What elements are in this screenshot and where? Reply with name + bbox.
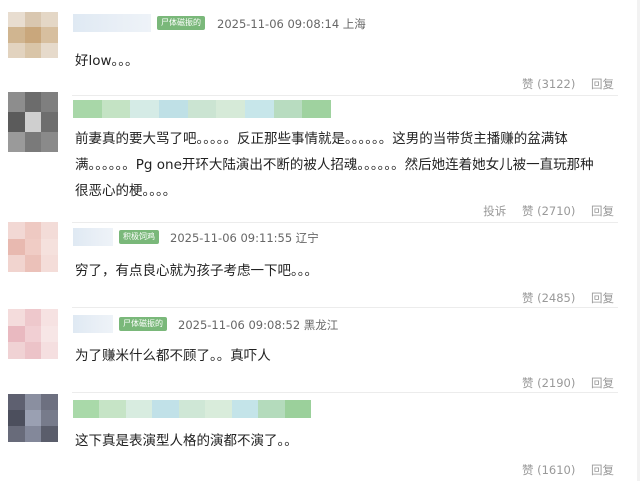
username[interactable] [73, 14, 151, 32]
reply-button[interactable]: 回复 [591, 77, 614, 91]
avatar[interactable] [8, 92, 58, 152]
comment-text: 好low。。。 [75, 53, 139, 69]
username[interactable] [73, 315, 113, 333]
user-badge: 尸体磁振的 [157, 16, 205, 30]
reply-button[interactable]: 回复 [591, 376, 614, 390]
avatar[interactable] [8, 222, 58, 272]
username[interactable] [73, 400, 311, 418]
like-button[interactable]: 赞 (2710) [522, 204, 575, 218]
comment-item: 尸体磁振的 2025-11-06 09:08:14 上海 好low。。。 赞 (… [0, 0, 640, 98]
comment-meta: 2025-11-06 09:08:52 黑龙江 [178, 317, 338, 333]
comment-location: 辽宁 [295, 231, 319, 245]
user-badge: 积极饲鸡 [119, 230, 159, 244]
comment-item: 这下真是表演型人格的演都不演了。。 赞 (1610) 回复 [0, 392, 640, 481]
like-label: 赞 [521, 77, 534, 91]
like-count: (1610) [537, 463, 576, 477]
comment-item: 尸体磁振的 2025-11-06 09:08:52 黑龙江 为了赚米什么都不顾了… [0, 307, 640, 393]
comment-text: 这下真是表演型人格的演都不演了。。 [75, 433, 298, 449]
comment-item: 前妻真的要大骂了吧。。。。。反正那些事情就是。。。。。。这男的当带货主播赚的盆满… [0, 90, 640, 218]
like-button[interactable]: 赞 (1610) [522, 463, 575, 477]
like-count: (3122) [537, 77, 576, 91]
comment-text: 前妻真的要大骂了吧。。。。。反正那些事情就是。。。。。。这男的当带货主播赚的盆满… [75, 131, 594, 199]
reply-button[interactable]: 回复 [591, 204, 614, 218]
comment-text: 穷了，有点良心就为孩子考虑一下吧。。。 [75, 263, 318, 279]
like-label: 赞 [521, 204, 534, 218]
comment-text: 为了赚米什么都不顾了。。真吓人 [75, 348, 271, 364]
comment-meta: 2025-11-06 09:08:14 上海 [217, 16, 366, 32]
comment-location: 上海 [342, 17, 366, 31]
like-button[interactable]: 赞 (3122) [522, 77, 575, 91]
like-label: 赞 [521, 376, 534, 390]
username[interactable] [73, 100, 332, 118]
comment-actions: 赞 (1610) 回复 [510, 462, 614, 478]
comment-location: 黑龙江 [303, 318, 339, 332]
user-badge: 尸体磁振的 [119, 317, 167, 331]
avatar[interactable] [8, 394, 58, 442]
comment-actions: 赞 (2485) 回复 [510, 290, 614, 306]
like-count: (2190) [537, 376, 576, 390]
reply-button[interactable]: 回复 [591, 291, 614, 305]
comment-actions: 赞 (2190) 回复 [510, 375, 614, 391]
like-button[interactable]: 赞 (2485) [522, 291, 575, 305]
comment-meta: 2025-11-06 09:11:55 辽宁 [170, 230, 319, 246]
avatar[interactable] [8, 12, 58, 58]
comment-time: 2025-11-06 09:08:14 [217, 17, 340, 31]
like-label: 赞 [521, 463, 534, 477]
comment-time: 2025-11-06 09:11:55 [170, 231, 293, 245]
username[interactable] [73, 228, 113, 246]
comment-item: 积极饲鸡 2025-11-06 09:11:55 辽宁 穷了，有点良心就为孩子考… [0, 220, 640, 310]
like-count: (2710) [537, 204, 576, 218]
reply-button[interactable]: 回复 [591, 463, 614, 477]
report-button[interactable]: 投诉 [483, 204, 506, 218]
comment-actions: 投诉 赞 (2710) 回复 [471, 203, 614, 219]
like-button[interactable]: 赞 (2190) [522, 376, 575, 390]
like-label: 赞 [521, 291, 534, 305]
avatar[interactable] [8, 309, 58, 359]
comment-time: 2025-11-06 09:08:52 [178, 318, 301, 332]
like-count: (2485) [537, 291, 576, 305]
